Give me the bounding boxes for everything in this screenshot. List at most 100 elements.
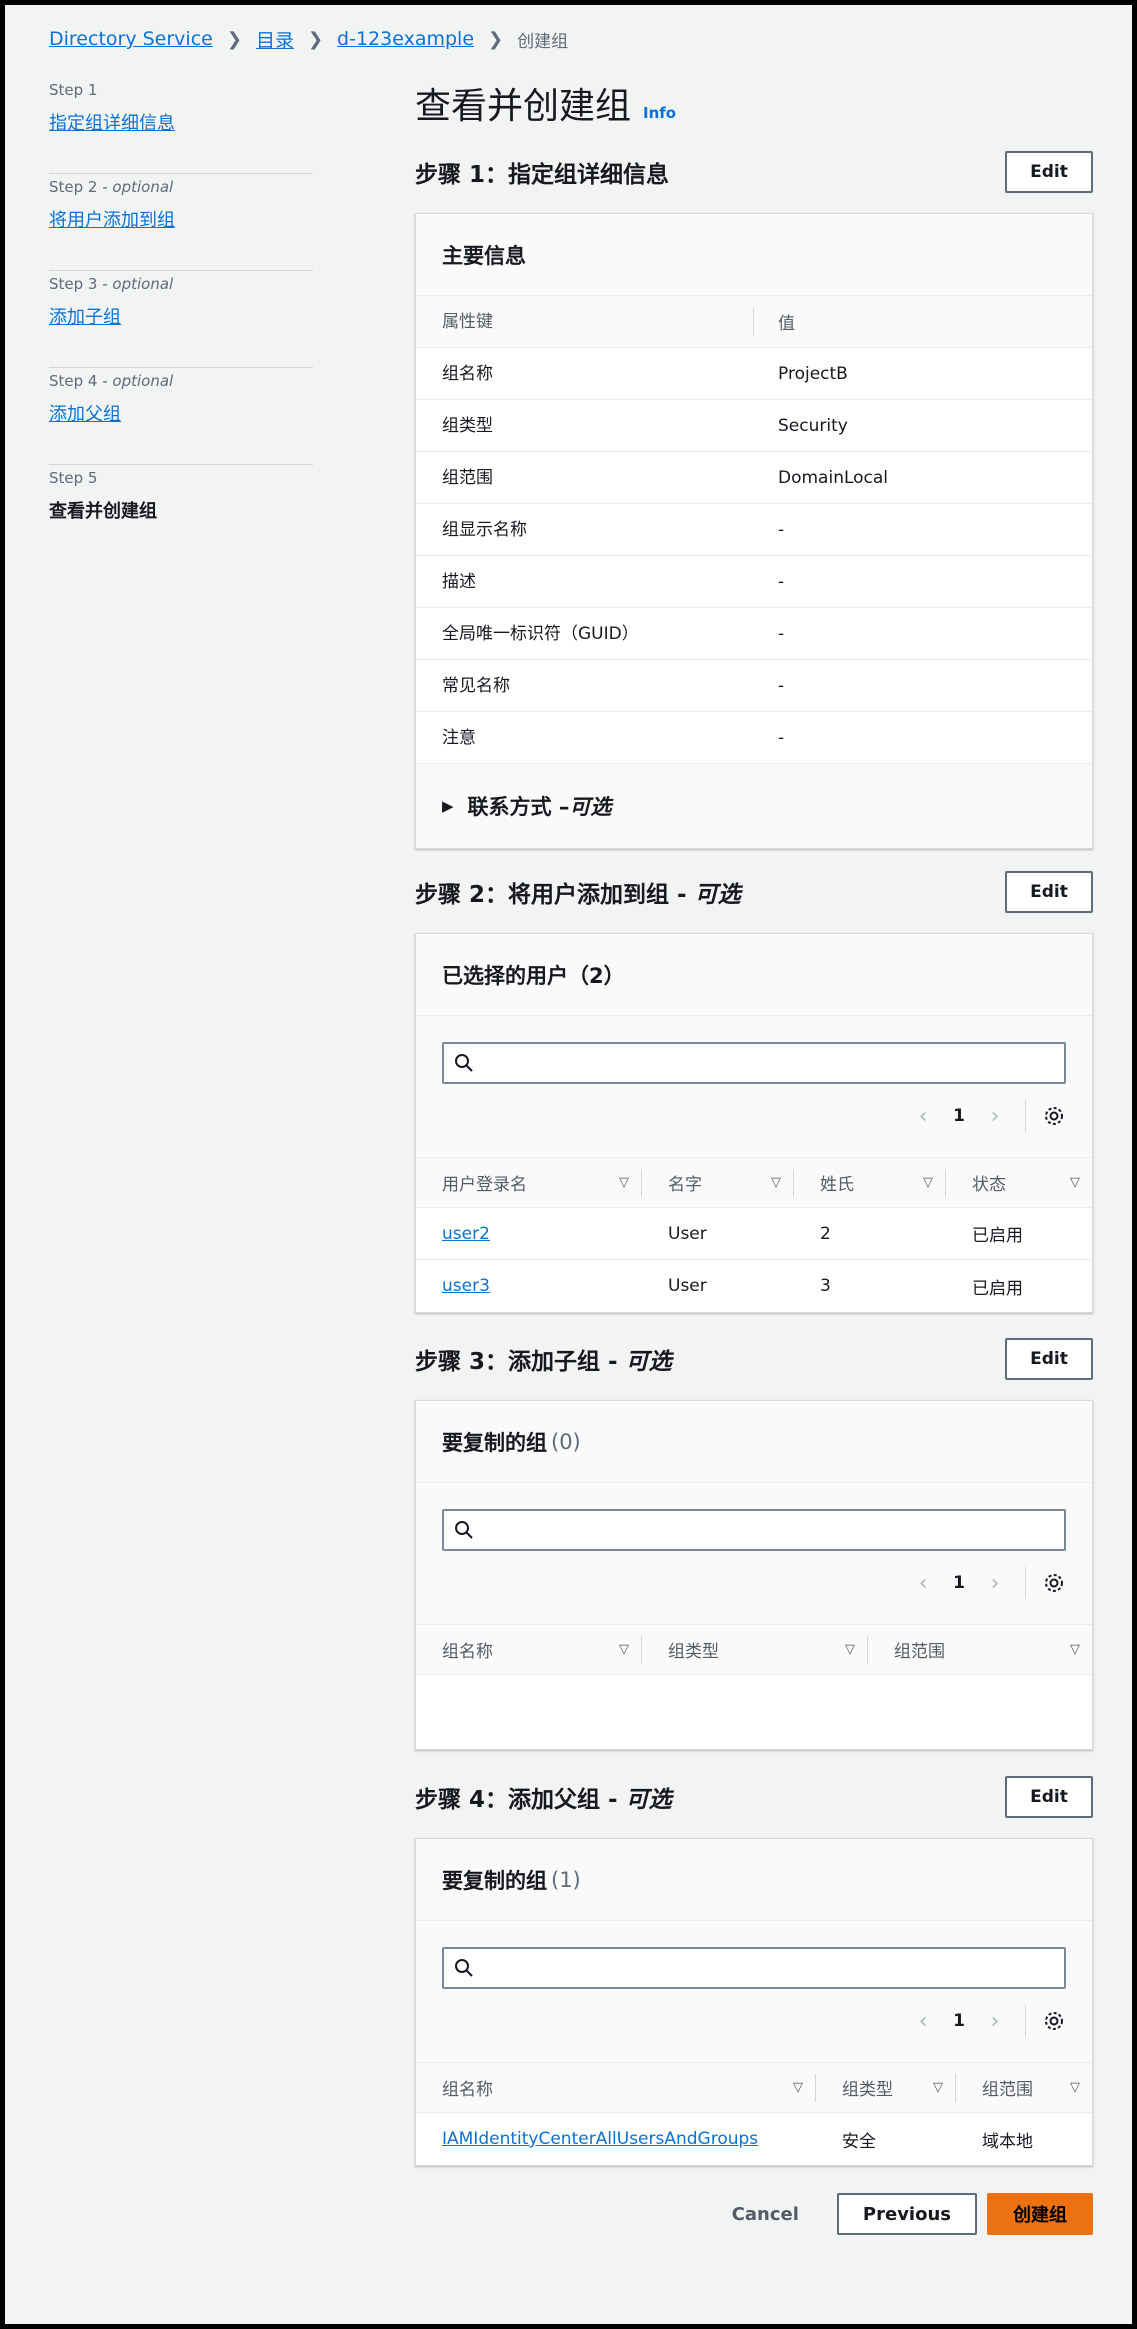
col-header-group-type[interactable]: 组类型 ▽ xyxy=(642,1635,868,1664)
page-number[interactable]: 1 xyxy=(953,2011,965,2031)
empty-table-body xyxy=(416,1675,1092,1749)
step-link-add-users[interactable]: 将用户添加到组 xyxy=(49,206,175,232)
col-key: 属性键 xyxy=(416,307,754,336)
group-link[interactable]: IAMIdentityCenterAllUsersAndGroups xyxy=(442,2129,758,2149)
table-header: 组名称 ▽ 组类型 ▽ 组范围 ▽ xyxy=(416,1625,1092,1675)
table-tools: ‹ 1 › xyxy=(416,1921,1092,2063)
step-link-add-child-groups[interactable]: 添加子组 xyxy=(49,303,121,329)
search-field[interactable] xyxy=(442,1042,1066,1084)
step-link-group-details[interactable]: 指定组详细信息 xyxy=(49,109,175,135)
col-header-group-name[interactable]: 组名称 ▽ xyxy=(416,2073,816,2102)
search-field[interactable] xyxy=(442,1509,1066,1551)
wizard-footer: Cancel Previous 创建组 xyxy=(415,2193,1093,2235)
kv-key: 组名称 xyxy=(442,363,493,384)
table-row: user3 User 3 已启用 xyxy=(416,1260,1092,1312)
sort-icon: ▽ xyxy=(1070,2080,1080,2095)
section-4-title: 步骤 4：添加父组 - 可选 xyxy=(415,1787,672,1813)
table-row: IAMIdentityCenterAllUsersAndGroups 安全 域本… xyxy=(416,2113,1092,2165)
kv-row: 组名称 ProjectB xyxy=(416,348,1092,400)
kv-key: 组类型 xyxy=(442,415,493,436)
chevron-right-icon[interactable]: › xyxy=(983,1571,1007,1596)
col-header-first-name[interactable]: 名字 ▽ xyxy=(642,1168,794,1197)
step-number: Step 1 xyxy=(49,81,98,99)
table-tools: ‹ 1 › xyxy=(416,1016,1092,1158)
search-field[interactable] xyxy=(442,1947,1066,1989)
breadcrumb-directory-service[interactable]: Directory Service xyxy=(49,28,213,50)
wizard-step-4: Step 4 - optional 添加父组 xyxy=(49,368,313,465)
cell-status: 已启用 xyxy=(972,1226,1023,1246)
parent-groups-card: 要复制的组 (1) ‹ 1 › 组名称 ▽ 组类型 ▽ 组范围 ▽ IAMIdentit… xyxy=(415,1838,1093,2166)
search-input[interactable] xyxy=(482,1520,1064,1540)
cell-first-name: User xyxy=(668,1223,707,1244)
divider xyxy=(1025,1567,1026,1599)
cancel-button[interactable]: Cancel xyxy=(732,2204,799,2225)
page-frame: Directory Service ❯ 目录 ❯ d-123example ❯ … xyxy=(5,5,1132,2324)
step-link-add-parent-groups[interactable]: 添加父组 xyxy=(49,400,121,426)
gear-icon[interactable] xyxy=(1042,1571,1066,1595)
col-header-login[interactable]: 用户登录名 ▽ xyxy=(416,1168,642,1197)
col-header-status[interactable]: 状态 ▽ xyxy=(946,1169,1092,1197)
kv-table-header: 属性键 值 xyxy=(416,296,1092,348)
col-header-group-scope[interactable]: 组范围 ▽ xyxy=(868,1636,1092,1664)
chevron-left-icon[interactable]: ‹ xyxy=(911,1104,935,1129)
step-current-review: 查看并创建组 xyxy=(49,501,157,522)
breadcrumb-directories[interactable]: 目录 xyxy=(256,26,294,53)
pagination: ‹ 1 › xyxy=(442,1100,1066,1132)
breadcrumb-directory-id[interactable]: d-123example xyxy=(337,28,474,50)
search-icon xyxy=(455,1521,473,1539)
page-number[interactable]: 1 xyxy=(953,1106,965,1126)
col-header-last-name[interactable]: 姓氏 ▽ xyxy=(794,1168,946,1197)
expander-optional: 可选 xyxy=(569,795,612,819)
search-icon xyxy=(455,1054,473,1072)
info-link[interactable]: Info xyxy=(643,104,676,122)
page-title-block: 查看并创建组 Info xyxy=(415,77,676,129)
breadcrumb: Directory Service ❯ 目录 ❯ d-123example ❯ … xyxy=(49,23,568,55)
chevron-right-icon[interactable]: › xyxy=(983,2009,1007,2034)
edit-step-4-button[interactable]: Edit xyxy=(1005,1776,1093,1818)
col-header-group-type[interactable]: 组类型 ▽ xyxy=(816,2073,956,2102)
wizard-steps: Step 1 指定组详细信息 Step 2 - optional 将用户添加到组… xyxy=(49,77,313,562)
section-2-header: 步骤 2：将用户添加到组 - 可选 Edit xyxy=(415,871,1093,913)
wizard-step-2: Step 2 - optional 将用户添加到组 xyxy=(49,174,313,271)
wizard-step-5: Step 5 查看并创建组 xyxy=(49,465,313,562)
search-icon xyxy=(455,1959,473,1977)
kv-key: 组范围 xyxy=(442,467,493,488)
kv-row: 常见名称 - xyxy=(416,660,1092,712)
chevron-right-icon: ❯ xyxy=(307,28,324,50)
sort-icon: ▽ xyxy=(619,1642,629,1657)
kv-value: ProjectB xyxy=(778,363,848,384)
chevron-left-icon[interactable]: ‹ xyxy=(911,2009,935,2034)
card-title: 主要信息 xyxy=(416,214,1092,296)
user-link[interactable]: user3 xyxy=(442,1276,490,1296)
gear-icon[interactable] xyxy=(1042,2009,1066,2033)
edit-step-1-button[interactable]: Edit xyxy=(1005,151,1093,193)
gear-icon[interactable] xyxy=(1042,1104,1066,1128)
previous-button[interactable]: Previous xyxy=(836,2193,977,2235)
cell-status: 已启用 xyxy=(972,1278,1023,1299)
chevron-right-icon[interactable]: › xyxy=(983,1104,1007,1129)
contact-info-expander[interactable]: ▶ 联系方式 – 可选 xyxy=(416,764,1092,848)
user-link[interactable]: user2 xyxy=(442,1224,490,1244)
search-input[interactable] xyxy=(482,1958,1064,1978)
sort-icon: ▽ xyxy=(923,1175,933,1190)
edit-step-2-button[interactable]: Edit xyxy=(1005,871,1093,913)
edit-step-3-button[interactable]: Edit xyxy=(1005,1338,1093,1380)
kv-row: 组范围 DomainLocal xyxy=(416,452,1092,504)
col-header-group-name[interactable]: 组名称 ▽ xyxy=(416,1635,642,1664)
sort-icon: ▽ xyxy=(933,2080,943,2095)
col-header-group-scope[interactable]: 组范围 ▽ xyxy=(956,2074,1092,2102)
pagination: ‹ 1 › xyxy=(442,1567,1066,1599)
kv-key: 注意 xyxy=(442,727,476,748)
page-number[interactable]: 1 xyxy=(953,1573,965,1593)
kv-value: - xyxy=(778,727,785,748)
kv-key: 常见名称 xyxy=(442,675,510,696)
col-value: 值 xyxy=(778,314,795,334)
card-title: 要复制的组 (1) xyxy=(416,1839,1092,1921)
step-number: Step 5 xyxy=(49,469,98,487)
create-group-button[interactable]: 创建组 xyxy=(987,2193,1093,2235)
divider xyxy=(1025,1100,1026,1132)
chevron-left-icon[interactable]: ‹ xyxy=(911,1571,935,1596)
search-input[interactable] xyxy=(482,1053,1064,1073)
kv-value: - xyxy=(778,571,785,592)
breadcrumb-current: 创建组 xyxy=(517,31,569,52)
